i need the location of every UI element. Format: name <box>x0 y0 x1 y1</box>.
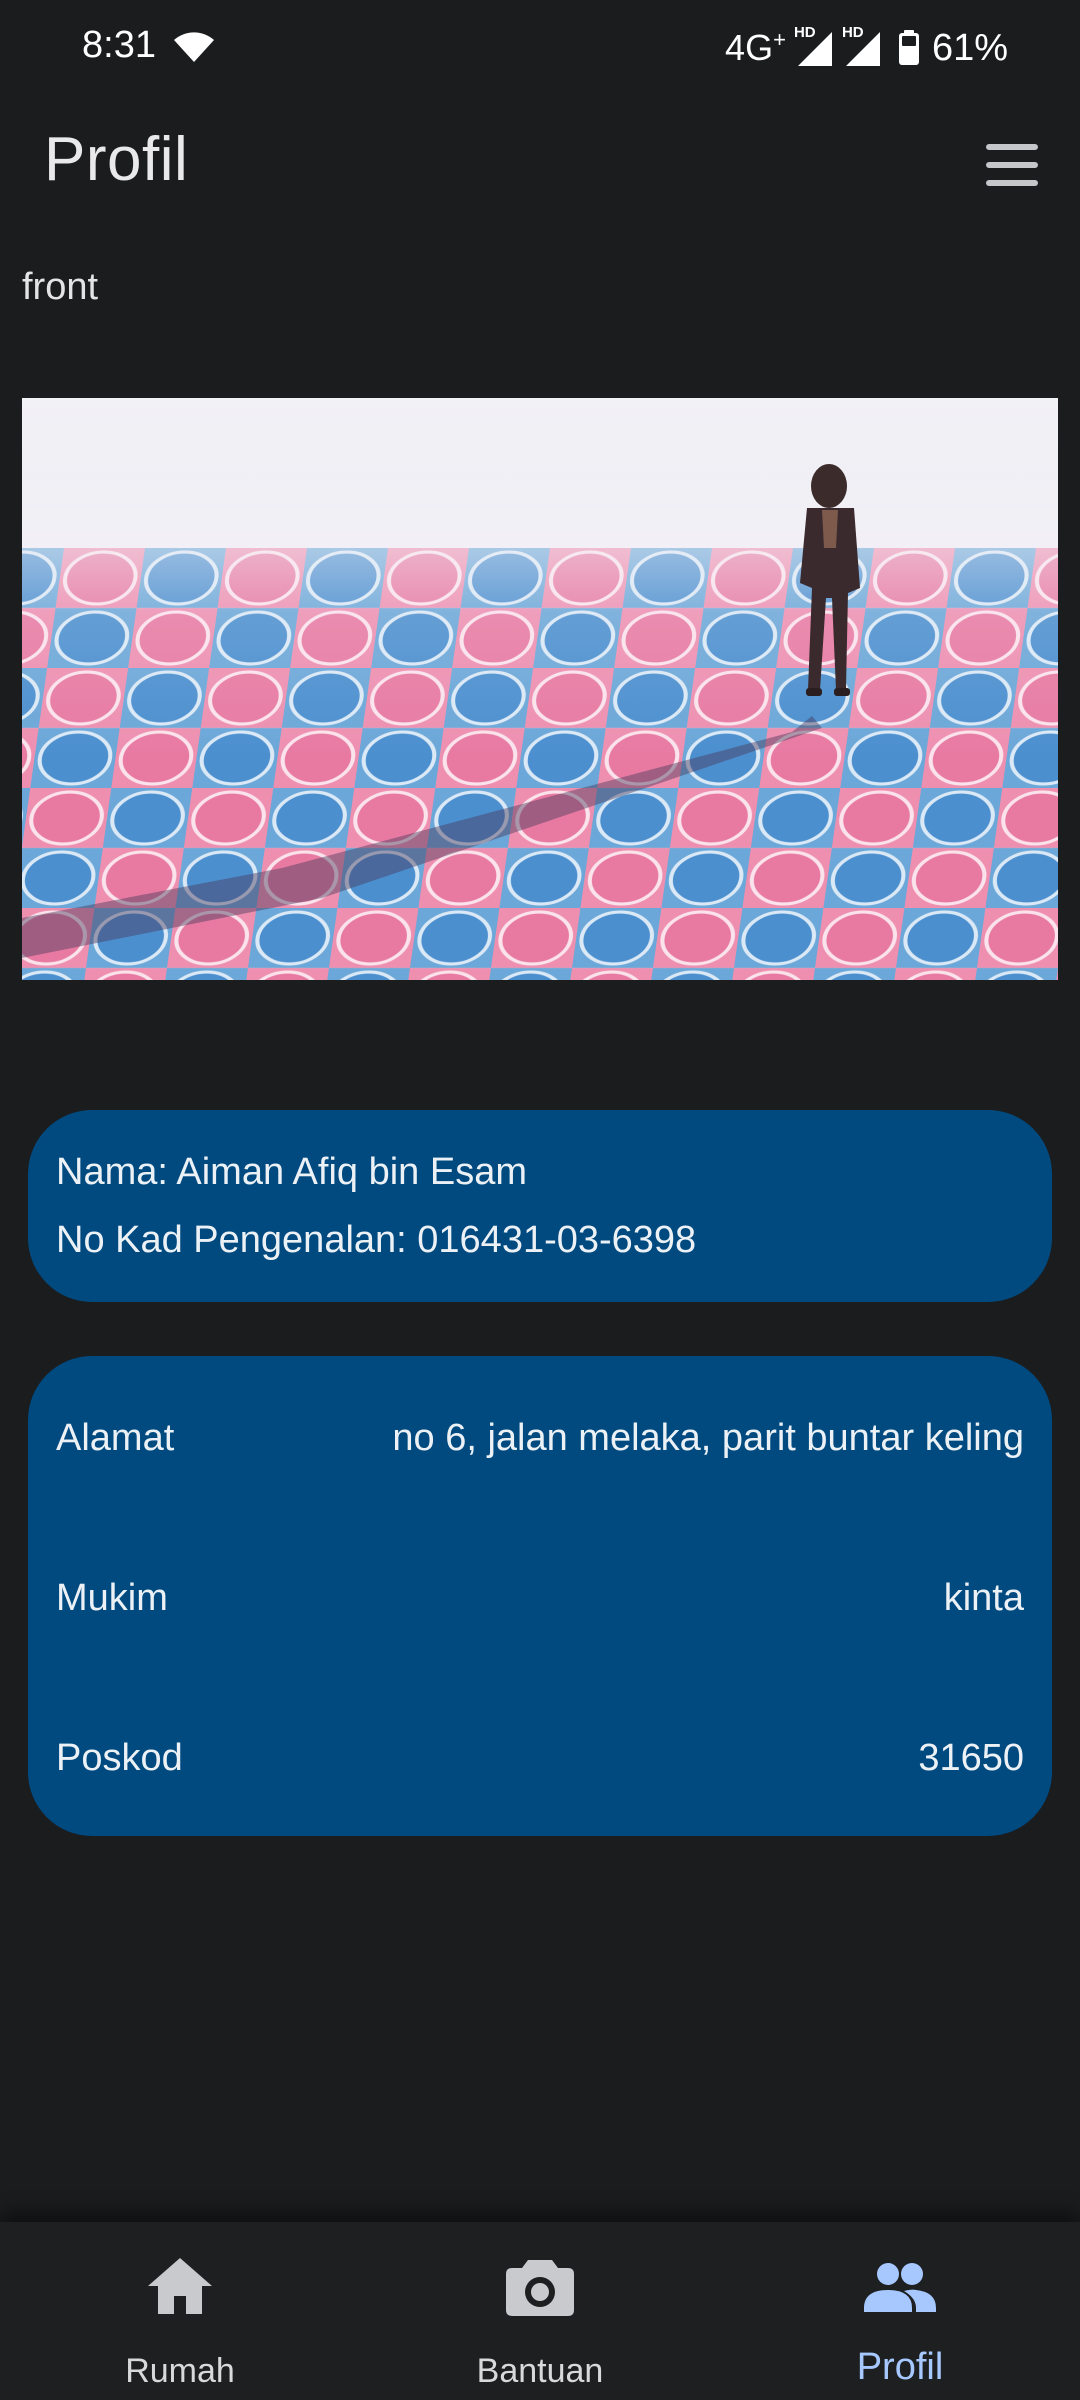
address-label: Alamat <box>56 1416 175 1459</box>
poskod-value: 31650 <box>918 1736 1024 1779</box>
home-icon <box>148 2258 212 2314</box>
page-title: Profil <box>44 125 189 194</box>
mukim-value: kinta <box>943 1576 1024 1619</box>
nav-label-rumah: Rumah <box>125 2352 235 2390</box>
profile-image <box>22 398 1058 980</box>
name-line: Nama: Aiman Afiq bin Esam <box>56 1151 527 1193</box>
image-caption: front <box>22 266 99 308</box>
nav-item-profil[interactable]: Profil <box>720 2222 1080 2400</box>
network-type: 4G+ <box>725 27 786 68</box>
hamburger-menu-icon[interactable] <box>986 144 1040 186</box>
address-value: no 6, jalan melaka, parit buntar keling <box>392 1416 1024 1459</box>
address-card: Alamat no 6, jalan melaka, parit buntar … <box>28 1356 1052 1836</box>
mukim-label: Mukim <box>56 1576 168 1619</box>
status-bar: 8:31 4G+ HD HD 61% <box>0 0 1080 96</box>
nav-label-profil: Profil <box>856 2346 944 2388</box>
camera-icon <box>506 2260 574 2316</box>
nav-item-bantuan[interactable]: Bantuan <box>360 2222 720 2400</box>
address-row: Alamat no 6, jalan melaka, parit buntar … <box>56 1408 1024 1468</box>
status-right-group: 4G+ HD HD 61% <box>725 22 1008 74</box>
poskod-row: Poskod 31650 <box>56 1728 1024 1788</box>
identity-card: Nama: Aiman Afiq bin Esam No Kad Pengena… <box>28 1110 1052 1302</box>
signal-icon: HD <box>794 24 834 68</box>
nav-item-rumah[interactable]: Rumah <box>0 2222 360 2400</box>
nav-label-bantuan: Bantuan <box>476 2352 604 2390</box>
signal-icon-2: HD <box>842 24 882 68</box>
bottom-navigation: Rumah Bantuan Profil <box>0 2222 1080 2400</box>
mukim-row: Mukim kinta <box>56 1568 1024 1628</box>
ic-number-line: No Kad Pengenalan: 016431-03-6398 <box>56 1219 697 1261</box>
poskod-label: Poskod <box>56 1736 183 1779</box>
battery-percentage: 61% <box>931 26 1008 69</box>
wifi-icon <box>174 32 214 62</box>
status-time: 8:31 <box>82 24 156 66</box>
battery-icon <box>898 30 919 65</box>
people-icon <box>864 2263 936 2312</box>
